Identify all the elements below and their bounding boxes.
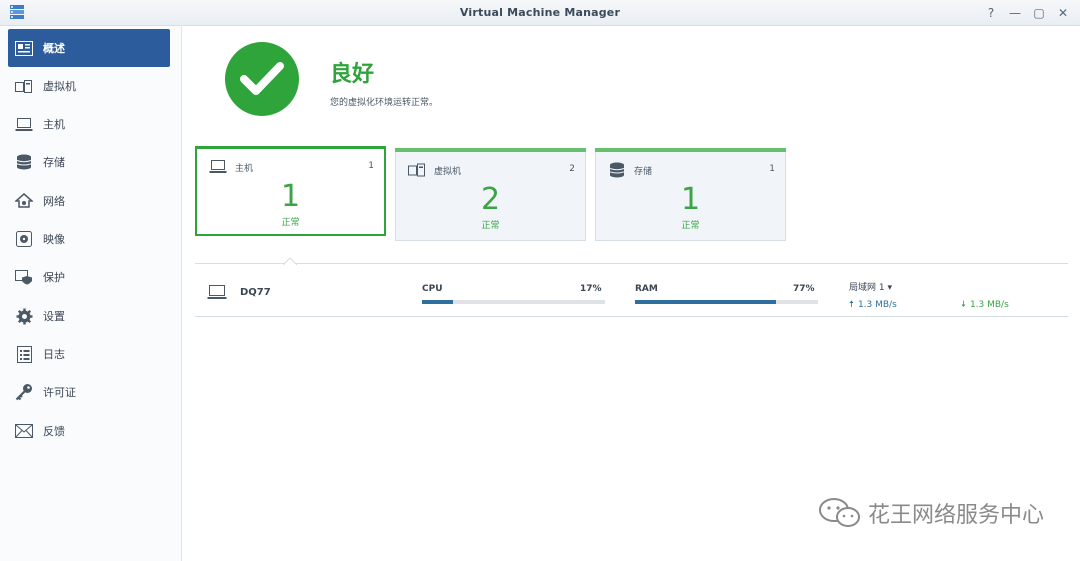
arrow-up-icon: 🠅	[849, 300, 854, 310]
sidebar-item-log[interactable]: 日志	[8, 335, 170, 373]
sidebar-item-label: 映像	[43, 233, 65, 246]
watermark: 花王网络服务中心	[818, 497, 1044, 529]
sidebar-item-license[interactable]: 许可证	[8, 373, 170, 411]
chevron-down-icon: ▾	[887, 283, 892, 293]
card-status: 正常	[481, 221, 500, 231]
row-divider	[195, 316, 1068, 317]
sidebar: 概述 虚拟机 主机 存储 网络 映像 保护 设置 日志 许可证 反馈	[0, 26, 182, 561]
cpu-usage-bar	[422, 300, 605, 304]
host-icon	[209, 160, 227, 173]
section-divider	[195, 263, 1068, 264]
sidebar-item-protection[interactable]: 保护	[8, 258, 170, 296]
sidebar-item-host[interactable]: 主机	[8, 105, 170, 143]
sidebar-item-feedback[interactable]: 反馈	[8, 412, 170, 450]
maximize-button[interactable]: ▢	[1030, 4, 1048, 22]
status-description: 您的虚拟化环境运转正常。	[330, 98, 439, 108]
ram-label: RAM	[635, 284, 658, 294]
vm-icon	[408, 163, 425, 177]
sidebar-item-network[interactable]: 网络	[8, 182, 170, 220]
storage-summary-card[interactable]: 存储 1 1 正常	[595, 148, 786, 241]
card-big-number: 1	[680, 182, 701, 217]
network-icon	[14, 191, 34, 211]
network-selector[interactable]: 局域网 1 ▾	[849, 280, 892, 293]
sidebar-item-label: 虚拟机	[43, 80, 76, 93]
card-big-number: 1	[280, 179, 301, 214]
sidebar-item-label: 日志	[43, 348, 65, 361]
ram-usage-bar	[635, 300, 818, 304]
key-icon	[14, 382, 34, 402]
card-label: 存储	[634, 167, 653, 177]
log-icon	[14, 344, 34, 364]
upload-rate-value: 1.3 MB/s	[857, 300, 897, 310]
sidebar-item-label: 保护	[43, 271, 65, 284]
sidebar-item-settings[interactable]: 设置	[8, 297, 170, 335]
card-big-number: 2	[480, 182, 501, 217]
mail-icon	[14, 421, 34, 441]
gear-icon	[14, 306, 34, 326]
sidebar-item-overview[interactable]: 概述	[8, 29, 170, 67]
card-status: 正常	[681, 221, 700, 231]
host-row[interactable]: DQ77 CPU 17% RAM 77% 局域网 1 ▾ 🠅 1.3 MB/s …	[195, 274, 1068, 316]
overview-icon	[14, 38, 34, 58]
cpu-value: 17%	[580, 284, 602, 294]
wechat-logo-icon	[818, 498, 860, 527]
title-bar: Virtual Machine Manager ? — ▢ ✕	[0, 0, 1080, 26]
host-summary-card[interactable]: 主机 1 1 正常	[195, 146, 386, 236]
protection-icon	[14, 267, 34, 287]
card-status: 正常	[281, 218, 300, 228]
ram-value: 77%	[793, 284, 815, 294]
minimize-button[interactable]: —	[1006, 4, 1024, 22]
status-title: 良好	[330, 62, 375, 87]
sidebar-item-label: 主机	[43, 118, 65, 131]
sidebar-item-label: 设置	[43, 310, 65, 323]
card-count: 1	[769, 164, 775, 174]
sidebar-item-label: 存储	[43, 156, 65, 169]
main-panel: 良好 您的虚拟化环境运转正常。 主机 1 1 正常 虚拟机 2 2 正常 存储 …	[183, 26, 1080, 561]
sidebar-item-label: 网络	[43, 195, 65, 208]
storage-icon	[14, 152, 34, 172]
card-label: 主机	[235, 164, 254, 174]
selection-pointer	[283, 257, 297, 265]
upload-rate: 🠅 1.3 MB/s	[849, 297, 897, 313]
ram-usage-fill	[635, 300, 776, 304]
sidebar-item-storage[interactable]: 存储	[8, 143, 170, 181]
host-icon	[207, 285, 227, 299]
download-rate-value: 1.3 MB/s	[969, 300, 1009, 310]
image-icon	[14, 229, 34, 249]
card-label: 虚拟机	[434, 167, 462, 177]
help-button[interactable]: ?	[982, 4, 1000, 22]
network-label: 局域网 1	[849, 283, 885, 293]
download-rate: 🠇 1.3 MB/s	[961, 297, 1009, 313]
sidebar-item-label: 概述	[43, 42, 65, 55]
card-count: 1	[368, 161, 374, 171]
host-name: DQ77	[240, 287, 271, 298]
vm-summary-card[interactable]: 虚拟机 2 2 正常	[395, 148, 586, 241]
close-button[interactable]: ✕	[1054, 4, 1072, 22]
cpu-usage-fill	[422, 300, 454, 304]
sidebar-item-label: 许可证	[43, 386, 76, 399]
sidebar-item-label: 反馈	[43, 425, 65, 438]
vm-icon	[14, 76, 34, 96]
host-icon	[14, 114, 34, 134]
cpu-label: CPU	[422, 284, 443, 294]
sidebar-item-image[interactable]: 映像	[8, 220, 170, 258]
storage-icon	[609, 162, 625, 178]
sidebar-item-vm[interactable]: 虚拟机	[8, 67, 170, 105]
window-title: Virtual Machine Manager	[459, 6, 621, 19]
vmm-window: Virtual Machine Manager ? — ▢ ✕ 概述 虚拟机 主…	[0, 0, 1080, 561]
card-count: 2	[569, 164, 575, 174]
status-ok-icon	[225, 42, 299, 116]
watermark-text: 花王网络服务中心	[867, 503, 1044, 528]
arrow-down-icon: 🠇	[961, 300, 966, 310]
